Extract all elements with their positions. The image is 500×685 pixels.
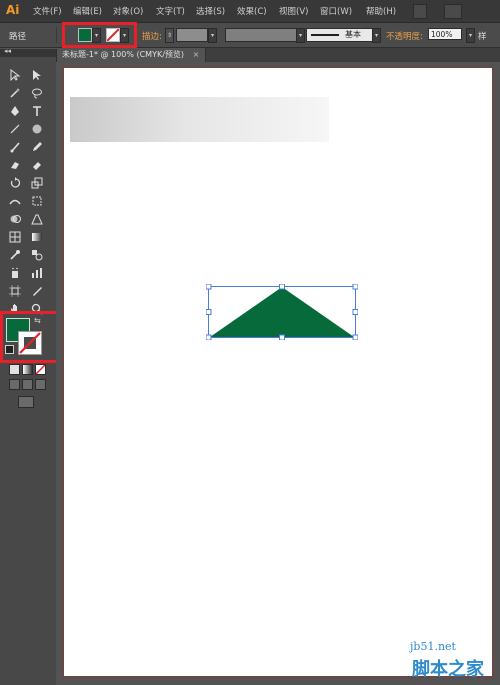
arrange-documents-icon[interactable] [444,4,462,19]
color-mode-icon[interactable] [9,364,20,375]
stroke-weight-stepper[interactable]: ⇕ [165,28,174,43]
menu-edit[interactable]: 编辑(E) [73,5,102,17]
separator [56,27,57,43]
close-tab-icon[interactable]: × [193,50,200,59]
perspective-grid-tool-icon[interactable] [30,212,44,226]
none-mode-icon[interactable] [35,364,46,375]
gradient-mode-icon[interactable] [22,364,33,375]
pen-tool-icon[interactable] [8,104,22,118]
eraser-tool-icon[interactable] [30,158,44,172]
app-logo: Ai [6,3,20,17]
tools-panel-header: ◂◂ [0,47,56,57]
collapse-icon[interactable]: ◂◂ [4,47,11,55]
resize-handle[interactable] [279,334,285,340]
lasso-tool-icon[interactable] [30,86,44,100]
menu-bar: Ai 文件(F) 编辑(E) 对象(O) 文字(T) 选择(S) 效果(C) 视… [0,0,500,23]
draw-normal-icon[interactable] [9,379,20,390]
type-tool-icon[interactable] [30,104,44,118]
scale-tool-icon[interactable] [30,176,44,190]
artboard-tool-icon[interactable] [8,284,22,298]
free-transform-tool-icon[interactable] [30,194,44,208]
gradient-tool-icon[interactable] [30,230,44,244]
fill-swatch[interactable] [78,28,92,42]
stroke-swatch[interactable] [106,28,120,42]
screen-mode-icon[interactable] [18,396,34,408]
opacity-field[interactable]: 100% [428,28,462,40]
object-type-label: 路径 [9,32,27,42]
blob-brush-tool-icon[interactable] [8,158,22,172]
menu-help[interactable]: 帮助(H) [366,5,396,17]
brush-definition[interactable]: 基本 [306,28,378,42]
magic-wand-tool-icon[interactable] [8,86,22,100]
document-tab-title: 未标题-1* @ 100% (CMYK/预览) [62,50,185,59]
draw-inside-icon[interactable] [35,379,46,390]
menu-file[interactable]: 文件(F) [33,5,62,17]
stroke-weight-dropdown[interactable]: ▾ [208,28,217,43]
tools-panel: ◂◂ ⇆ [0,47,57,685]
swap-fill-stroke-icon[interactable]: ⇆ [34,316,41,325]
watermark-name: 脚本之家 [412,659,484,680]
stroke-color-swatch[interactable] [18,331,42,355]
triangle-shape [210,287,354,337]
menu-select[interactable]: 选择(S) [196,5,225,17]
resize-handle[interactable] [352,284,358,290]
menu-type[interactable]: 文字(T) [156,5,185,17]
stroke-label: 描边: [142,32,162,42]
opacity-dropdown[interactable]: ▾ [466,28,475,43]
menu-view[interactable]: 视图(V) [279,5,308,17]
direct-selection-tool-icon[interactable] [30,68,44,82]
hand-tool-icon[interactable] [8,302,22,316]
none-swatch-icon [106,28,120,42]
pencil-tool-icon[interactable] [30,140,44,154]
symbol-sprayer-tool-icon[interactable] [8,266,22,280]
rotate-tool-icon[interactable] [8,176,22,190]
line-preview [311,34,339,36]
menu-effect[interactable]: 效果(C) [237,5,267,17]
eyedropper-tool-icon[interactable] [8,248,22,262]
document-tab-bar: 未标题-1* @ 100% (CMYK/预览) × [56,48,500,62]
shape-builder-tool-icon[interactable] [8,212,22,226]
slice-tool-icon[interactable] [30,284,44,298]
stroke-weight-field[interactable] [176,28,208,42]
opacity-label: 不透明度: [386,32,423,42]
width-tool-icon[interactable] [8,194,22,208]
blend-tool-icon[interactable] [30,248,44,262]
paintbrush-tool-icon[interactable] [8,140,22,154]
resize-handle[interactable] [206,334,212,340]
resize-handle[interactable] [352,309,358,315]
style-label: 样 [478,32,487,42]
none-stroke-icon [19,332,41,354]
resize-handle[interactable] [206,284,212,290]
profile-dropdown[interactable]: ▾ [296,28,305,43]
bridge-icon[interactable] [413,4,427,19]
document-tab[interactable]: 未标题-1* @ 100% (CMYK/预览) × [56,48,207,62]
variable-width-profile[interactable] [225,28,297,42]
resize-handle[interactable] [352,334,358,340]
control-bar: 路径 ▾ ▾ 描边: ⇕ ▾ ▾ 基本 ▾ 不透明度: 100% ▾ 样 [0,23,500,48]
selection-tool-icon[interactable] [8,68,22,82]
brush-label: 基本 [345,30,361,39]
menu-object[interactable]: 对象(O) [113,5,143,17]
draw-behind-icon[interactable] [22,379,33,390]
default-fill-stroke-icon[interactable] [5,345,14,354]
resize-handle[interactable] [279,284,285,290]
column-graph-tool-icon[interactable] [30,266,44,280]
none-slash-icon [35,364,46,375]
selected-triangle[interactable] [206,284,358,340]
artboard[interactable] [64,68,492,676]
brush-dropdown[interactable]: ▾ [372,28,381,43]
watermark-url: jb51.net [410,640,456,653]
line-segment-tool-icon[interactable] [8,122,22,136]
zoom-tool-icon[interactable] [30,302,44,316]
gradient-rectangle[interactable] [70,97,329,142]
mesh-tool-icon[interactable] [8,230,22,244]
menu-window[interactable]: 窗口(W) [320,5,352,17]
ellipse-tool-icon[interactable] [30,122,44,136]
stroke-dropdown[interactable]: ▾ [120,28,129,43]
resize-handle[interactable] [206,309,212,315]
fill-dropdown[interactable]: ▾ [92,28,101,43]
